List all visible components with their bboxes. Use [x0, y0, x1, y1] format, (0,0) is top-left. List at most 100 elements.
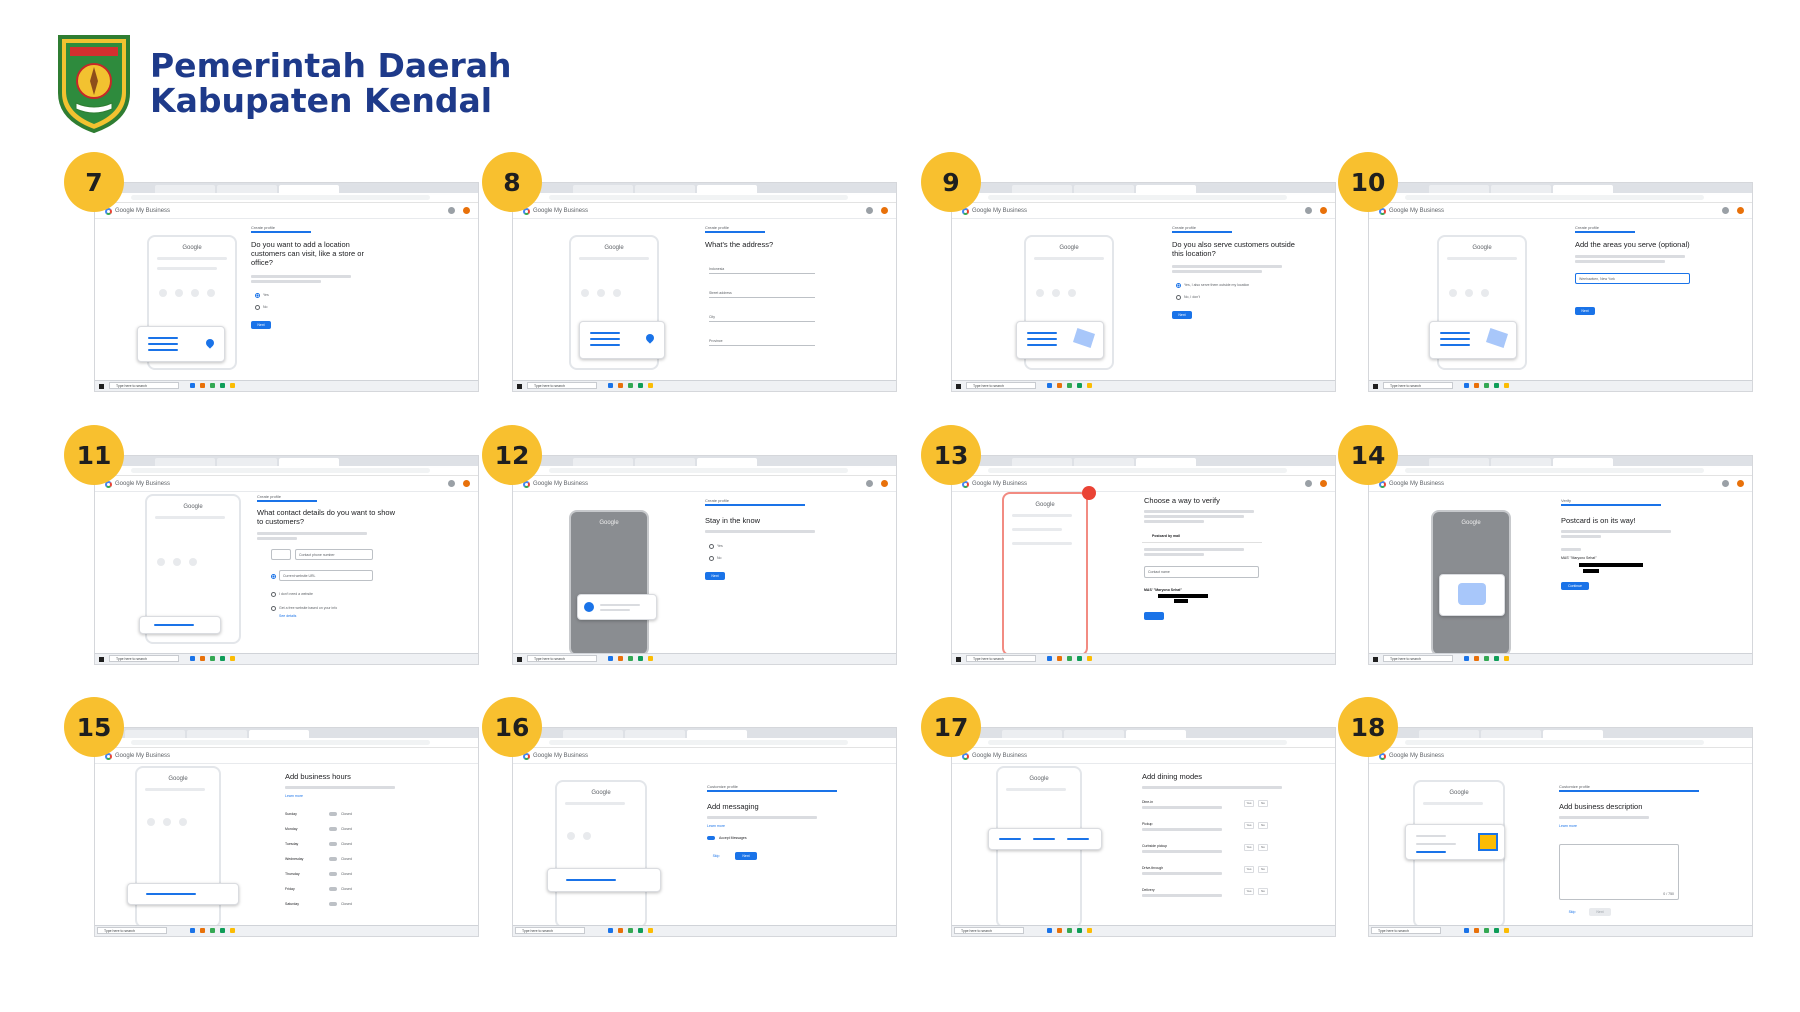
radio-website[interactable] — [271, 574, 276, 579]
province-select[interactable]: Province — [709, 339, 815, 346]
windows-icon[interactable] — [1373, 384, 1378, 389]
no-chip[interactable]: No — [1258, 800, 1268, 807]
country-select[interactable]: Indonesia — [709, 267, 815, 274]
taskbar-search[interactable]: Type here to search — [527, 382, 597, 389]
learn-more-link[interactable]: Learn more — [1559, 824, 1577, 828]
avatar[interactable] — [1737, 480, 1744, 487]
radio-free-website[interactable] — [271, 606, 276, 611]
day-toggle[interactable] — [329, 857, 337, 861]
avatar[interactable] — [881, 480, 888, 487]
radio-yes[interactable] — [709, 544, 714, 549]
address-bar[interactable] — [513, 193, 896, 203]
taskbar-search[interactable]: Type here to search — [954, 927, 1024, 934]
radio-no-website[interactable] — [271, 592, 276, 597]
address-bar[interactable] — [1369, 193, 1752, 203]
contact-name-input[interactable]: Contact name — [1144, 566, 1259, 578]
radio-no[interactable] — [1176, 295, 1181, 300]
see-details-link[interactable]: See details — [279, 614, 296, 618]
help-icon[interactable] — [448, 480, 455, 487]
yes-chip[interactable]: Yes — [1244, 800, 1254, 807]
taskbar-search[interactable]: Type here to search — [1383, 655, 1453, 662]
radio-no[interactable] — [255, 305, 260, 310]
address-bar[interactable] — [513, 466, 896, 476]
skip-button[interactable]: Skip — [707, 852, 725, 860]
address-bar[interactable] — [95, 466, 478, 476]
address-bar[interactable] — [952, 738, 1335, 748]
no-chip[interactable]: No — [1258, 844, 1268, 851]
radio-yes[interactable] — [255, 293, 260, 298]
next-button[interactable]: Next — [1575, 307, 1595, 315]
address-bar[interactable] — [952, 193, 1335, 203]
next-button[interactable]: Next — [1172, 311, 1192, 319]
taskbar-search[interactable]: Type here to search — [109, 382, 179, 389]
day-toggle[interactable] — [329, 887, 337, 891]
windows-icon[interactable] — [956, 657, 961, 662]
day-toggle[interactable] — [329, 872, 337, 876]
postcard-method[interactable]: Postcard by mail — [1152, 534, 1180, 538]
address-bar[interactable] — [513, 738, 896, 748]
description-textarea[interactable]: 0 / 750 — [1559, 844, 1679, 900]
day-toggle[interactable] — [329, 827, 337, 831]
address-bar[interactable] — [952, 466, 1335, 476]
next-button[interactable]: Next — [1589, 908, 1611, 916]
taskbar-search[interactable]: Type here to search — [1371, 927, 1441, 934]
address-bar[interactable] — [1369, 466, 1752, 476]
help-icon[interactable] — [448, 207, 455, 214]
address-bar[interactable] — [95, 738, 478, 748]
yes-chip[interactable]: Yes — [1244, 822, 1254, 829]
taskbar-search[interactable]: Type here to search — [97, 927, 167, 934]
help-icon[interactable] — [1722, 207, 1729, 214]
help-icon[interactable] — [1722, 480, 1729, 487]
messages-toggle[interactable] — [707, 836, 715, 840]
no-chip[interactable]: No — [1258, 822, 1268, 829]
taskbar-search[interactable]: Type here to search — [109, 655, 179, 662]
skip-button[interactable]: Skip — [1563, 908, 1581, 916]
help-icon[interactable] — [1305, 207, 1312, 214]
windows-icon[interactable] — [99, 657, 104, 662]
avatar[interactable] — [1737, 207, 1744, 214]
yes-chip[interactable]: Yes — [1244, 844, 1254, 851]
radio-no[interactable] — [709, 556, 714, 561]
street-address-field[interactable]: Street address — [709, 291, 815, 298]
country-code-select[interactable] — [271, 549, 291, 560]
no-chip[interactable]: No — [1258, 888, 1268, 895]
yes-chip[interactable]: Yes — [1244, 888, 1254, 895]
avatar[interactable] — [463, 207, 470, 214]
help-icon[interactable] — [866, 480, 873, 487]
address-bar[interactable] — [1369, 738, 1752, 748]
help-icon[interactable] — [1305, 480, 1312, 487]
phone-input[interactable]: Contact phone number — [295, 549, 373, 560]
address-bar[interactable] — [95, 193, 478, 203]
next-button[interactable]: Next — [251, 321, 271, 329]
taskbar-search[interactable]: Type here to search — [1383, 382, 1453, 389]
city-field[interactable]: City — [709, 315, 815, 322]
next-button[interactable]: Next — [705, 572, 725, 580]
windows-icon[interactable] — [956, 384, 961, 389]
continue-button[interactable]: Continue — [1561, 582, 1589, 590]
learn-more-link[interactable]: Learn more — [285, 794, 303, 798]
taskbar-search[interactable]: Type here to search — [527, 655, 597, 662]
yes-chip[interactable]: Yes — [1244, 866, 1254, 873]
windows-icon[interactable] — [517, 384, 522, 389]
next-button[interactable]: Next — [735, 852, 757, 860]
windows-icon[interactable] — [1373, 657, 1378, 662]
taskbar-search[interactable]: Type here to search — [515, 927, 585, 934]
no-chip[interactable]: No — [1258, 866, 1268, 873]
radio-yes[interactable] — [1176, 283, 1181, 288]
day-toggle[interactable] — [329, 812, 337, 816]
help-icon[interactable] — [866, 207, 873, 214]
service-area-input[interactable]: Weehawken, New York — [1575, 273, 1690, 284]
learn-more-link[interactable]: Learn more — [707, 824, 725, 828]
avatar[interactable] — [463, 480, 470, 487]
website-input[interactable]: Current website URL — [279, 570, 373, 581]
avatar[interactable] — [1320, 480, 1327, 487]
mail-button[interactable] — [1144, 612, 1164, 620]
avatar[interactable] — [1320, 207, 1327, 214]
windows-icon[interactable] — [517, 657, 522, 662]
taskbar-search[interactable]: Type here to search — [966, 382, 1036, 389]
avatar[interactable] — [881, 207, 888, 214]
day-toggle[interactable] — [329, 842, 337, 846]
day-toggle[interactable] — [329, 902, 337, 906]
windows-icon[interactable] — [99, 384, 104, 389]
taskbar-search[interactable]: Type here to search — [966, 655, 1036, 662]
